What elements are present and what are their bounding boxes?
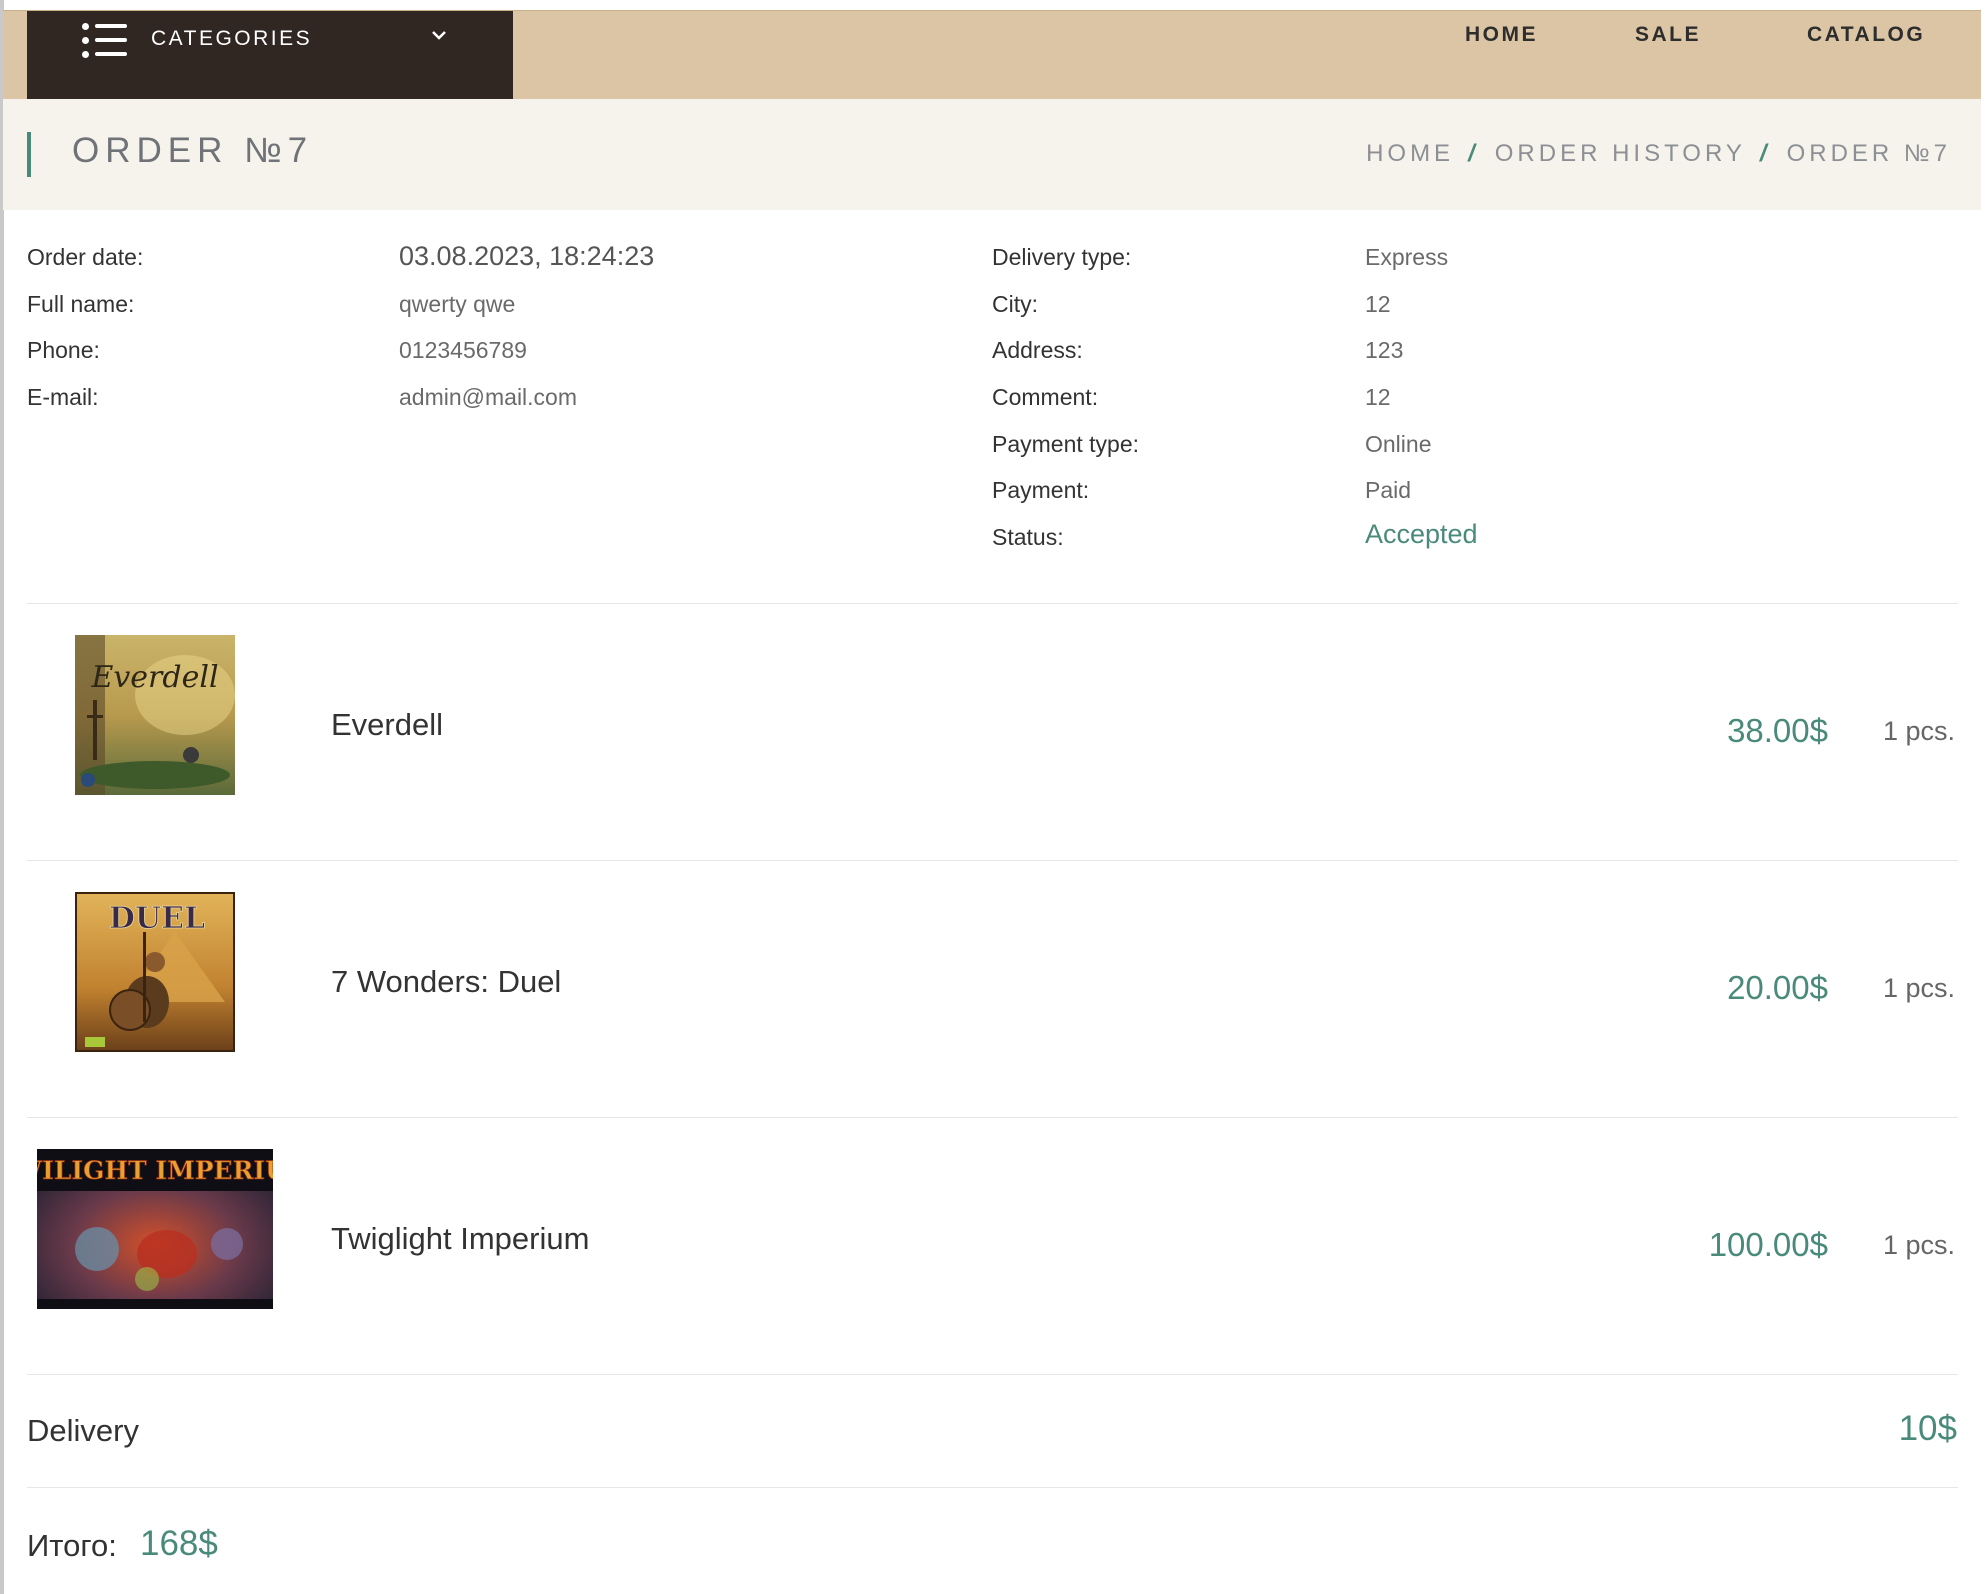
- nav-link-sale[interactable]: SALE: [1635, 23, 1701, 47]
- payment-type-label: Payment type:: [992, 431, 1140, 457]
- comment-value: 12: [1365, 384, 1391, 410]
- email-label: E-mail:: [27, 384, 99, 410]
- svg-text:TWILIGHT IMPERIUM: TWILIGHT IMPERIUM: [37, 1156, 273, 1185]
- divider: [27, 1487, 1958, 1488]
- delivery-label: Delivery: [27, 1413, 139, 1448]
- payment-type-value: Online: [1365, 431, 1432, 457]
- window-frame: [0, 0, 4, 1594]
- city-value: 12: [1365, 291, 1391, 317]
- product-quantity: 1 pcs.: [1882, 1230, 1955, 1260]
- product-quantity: 1 pcs.: [1882, 973, 1955, 1003]
- address-value: 123: [1365, 337, 1404, 363]
- payment-label: Payment:: [992, 477, 1090, 503]
- status-value: Accepted: [1365, 519, 1478, 549]
- svg-text:Everdell: Everdell: [90, 660, 218, 695]
- order-date-label: Order date:: [27, 244, 144, 270]
- delivery-type-value: Express: [1365, 244, 1449, 270]
- nav-link-home[interactable]: HOME: [1465, 23, 1538, 47]
- phone-value: 0123456789: [399, 337, 527, 363]
- breadcrumb-home[interactable]: HOME: [1366, 140, 1454, 168]
- divider: [27, 1117, 1958, 1118]
- product-name[interactable]: 7 Wonders: Duel: [331, 964, 561, 1000]
- breadcrumb-separator: /: [1759, 140, 1771, 167]
- full-name-label: Full name:: [27, 291, 135, 317]
- city-label: City:: [992, 291, 1038, 317]
- email-value: admin@mail.com: [399, 384, 578, 410]
- product-price: 20.00$: [1727, 969, 1828, 1006]
- total-label: Итого:: [27, 1528, 117, 1563]
- product-price: 38.00$: [1727, 712, 1828, 749]
- order-date-value: 03.08.2023, 18:24:23: [399, 241, 655, 271]
- comment-label: Comment:: [992, 384, 1099, 410]
- product-quantity: 1 pcs.: [1882, 716, 1955, 746]
- breadcrumb-current: ORDER №7: [1786, 140, 1951, 167]
- title-accent-bar: [27, 132, 31, 177]
- address-label: Address:: [992, 337, 1083, 363]
- divider: [27, 603, 1958, 604]
- categories-dropdown[interactable]: CATEGORIES: [27, 11, 513, 100]
- breadcrumb: HOME / ORDER HISTORY / ORDER №7: [1366, 140, 1951, 168]
- total-value: 168$: [140, 1524, 218, 1563]
- divider: [27, 1374, 1958, 1375]
- payment-value: Paid: [1365, 477, 1412, 503]
- divider: [27, 860, 1958, 861]
- product-price: 100.00$: [1708, 1226, 1828, 1263]
- product-image-everdell[interactable]: Everdell: [75, 635, 235, 795]
- top-nav: CATEGORIES HOME SALE CATALOG: [3, 10, 1981, 100]
- product-name[interactable]: Twiglight Imperium: [331, 1221, 589, 1257]
- product-name[interactable]: Everdell: [331, 707, 443, 743]
- status-label: Status:: [992, 524, 1064, 550]
- nav-link-catalog[interactable]: CATALOG: [1807, 23, 1925, 47]
- duel-cover-icon: DUEL: [75, 892, 235, 1052]
- page-title: ORDER №7: [72, 131, 314, 170]
- delivery-value: 10$: [1898, 1409, 1957, 1448]
- product-image-twilight-imperium[interactable]: TWILIGHT IMPERIUM: [37, 1149, 273, 1309]
- breadcrumb-order-history[interactable]: ORDER HISTORY: [1495, 140, 1746, 168]
- chevron-down-icon: [432, 31, 446, 40]
- product-image-7-wonders-duel[interactable]: DUEL: [75, 892, 235, 1052]
- page-header: ORDER №7 HOME / ORDER HISTORY / ORDER №7: [3, 99, 1981, 210]
- twilight-imperium-cover-icon: TWILIGHT IMPERIUM: [37, 1149, 273, 1309]
- phone-label: Phone:: [27, 337, 100, 363]
- svg-text:DUEL: DUEL: [109, 901, 205, 936]
- delivery-type-label: Delivery type:: [992, 244, 1132, 270]
- breadcrumb-separator: /: [1468, 140, 1479, 167]
- full-name-value: qwerty qwe: [399, 291, 516, 317]
- menu-list-icon: [82, 19, 127, 63]
- categories-label: CATEGORIES: [151, 27, 313, 50]
- everdell-cover-icon: Everdell: [75, 635, 235, 795]
